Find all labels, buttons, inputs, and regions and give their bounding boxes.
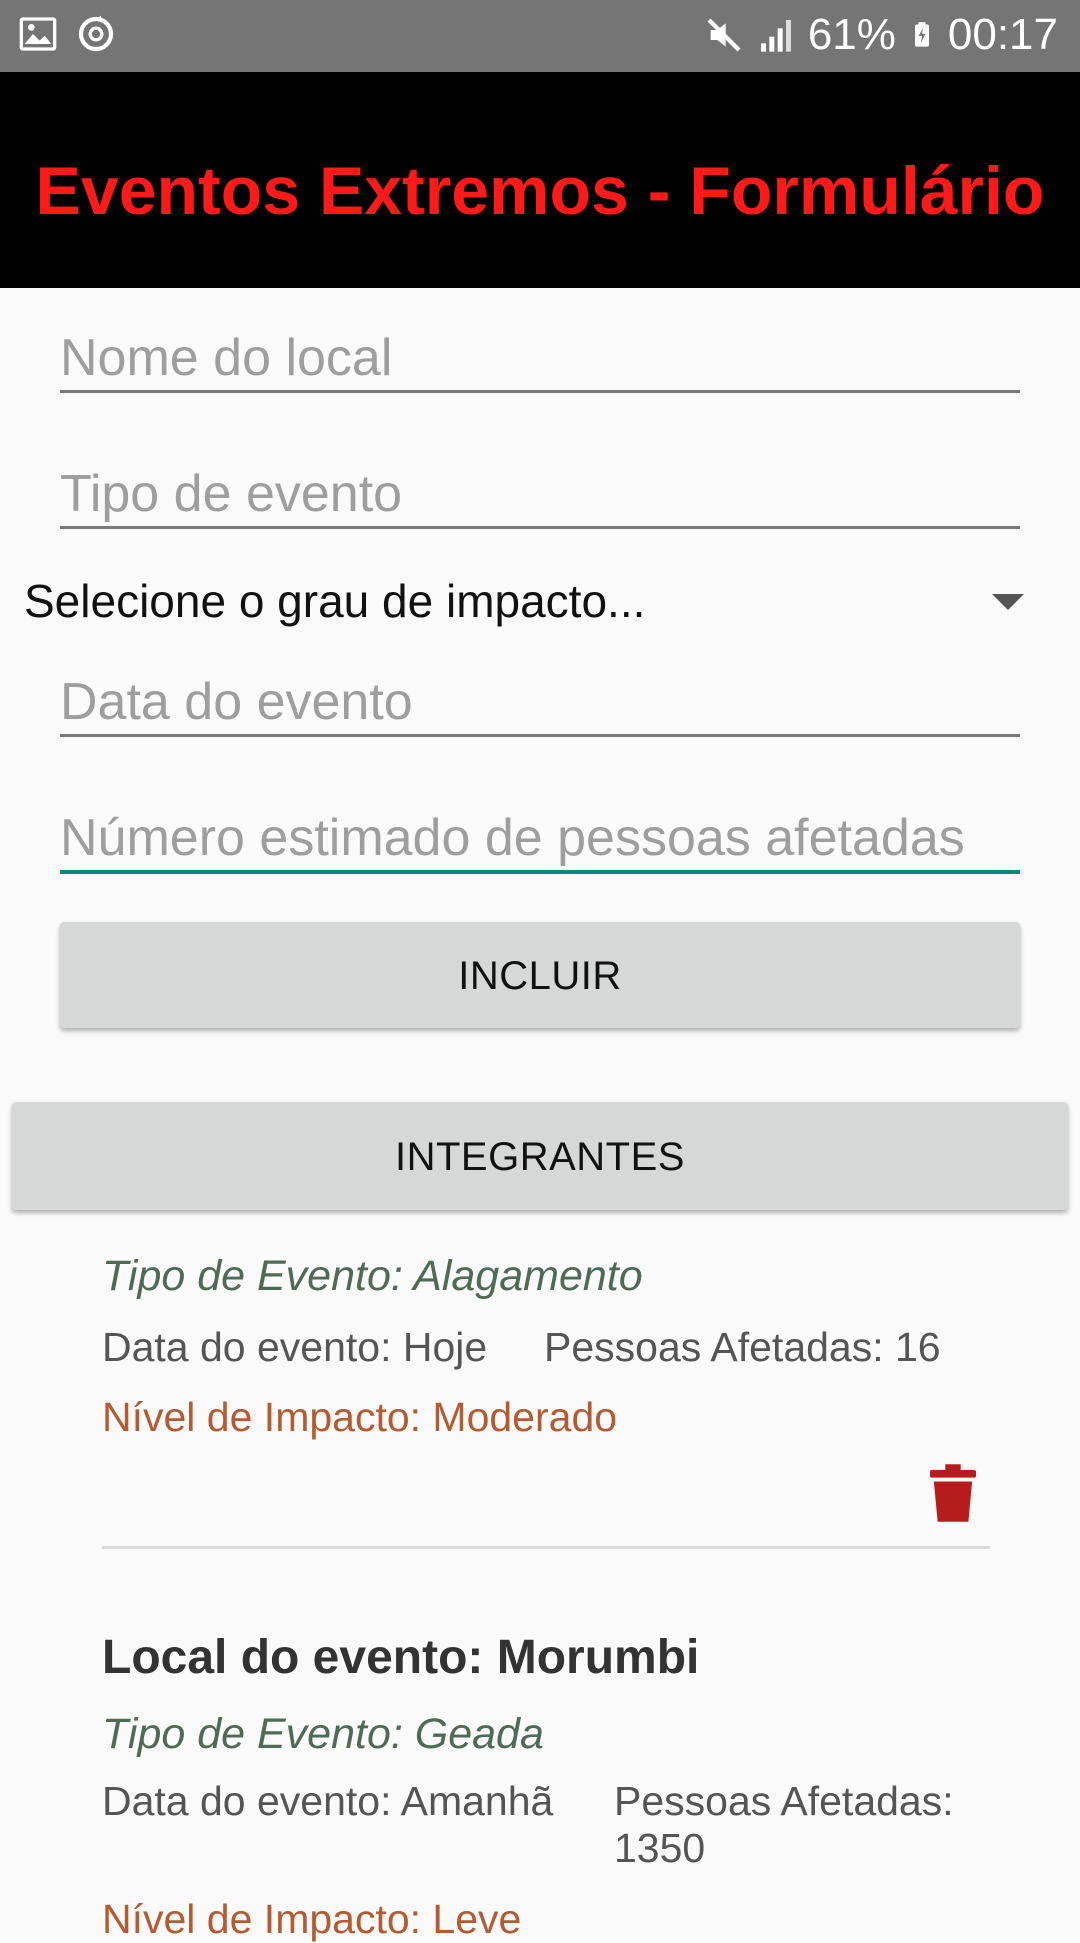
- status-bar: 61% 00:17: [0, 0, 1080, 72]
- local-input[interactable]: Nome do local: [60, 326, 1020, 393]
- event-data: Data do evento: Amanhã: [102, 1778, 554, 1824]
- event-tipo: Tipo de Evento: Alagamento: [102, 1252, 643, 1300]
- tipo-evento-input[interactable]: Tipo de evento: [60, 462, 1020, 529]
- app-bar: Eventos Extremos - Formulário: [0, 72, 1080, 288]
- event-pessoas: Pessoas Afetadas: 16: [544, 1324, 941, 1370]
- battery-icon: [914, 22, 929, 47]
- image-icon: [19, 17, 57, 51]
- event-nivel: Nível de Impacto: Moderado: [102, 1394, 618, 1440]
- impacto-selected-value: Selecione o grau de impacto...: [24, 575, 646, 627]
- delete-icon[interactable]: [930, 1464, 976, 1522]
- dropdown-arrow-icon: [992, 594, 1024, 610]
- incluir-button[interactable]: INCLUIR: [60, 922, 1020, 1028]
- integrantes-button[interactable]: INTEGRANTES: [12, 1102, 1068, 1210]
- event-pessoas: Pessoas Afetadas: 1350: [614, 1778, 1014, 1872]
- event-data: Data do evento: Hoje: [102, 1324, 488, 1370]
- battery-percent: 61%: [807, 10, 896, 59]
- list-divider: [102, 1546, 990, 1549]
- data-evento-input[interactable]: Data do evento: [60, 670, 1020, 737]
- event-tipo: Tipo de Evento: Geada: [102, 1710, 544, 1758]
- app-title: Eventos Extremos - Formulário: [35, 153, 1045, 229]
- event-pessoas-label: Pessoas Afetadas:: [614, 1778, 954, 1824]
- signal-icon: [760, 20, 791, 52]
- event-pessoas-value: 1350: [614, 1825, 706, 1871]
- impacto-dropdown[interactable]: Selecione o grau de impacto...: [24, 566, 1024, 632]
- sync-icon: [78, 15, 114, 52]
- mute-icon: [707, 18, 741, 52]
- clock: 00:17: [947, 10, 1058, 59]
- pessoas-afetadas-input[interactable]: Número estimado de pessoas afetadas: [60, 806, 1020, 874]
- event-list-item: Tipo de Evento: Alagamento: [102, 1252, 990, 1301]
- event-local: Local do evento: Morumbi: [102, 1631, 700, 1684]
